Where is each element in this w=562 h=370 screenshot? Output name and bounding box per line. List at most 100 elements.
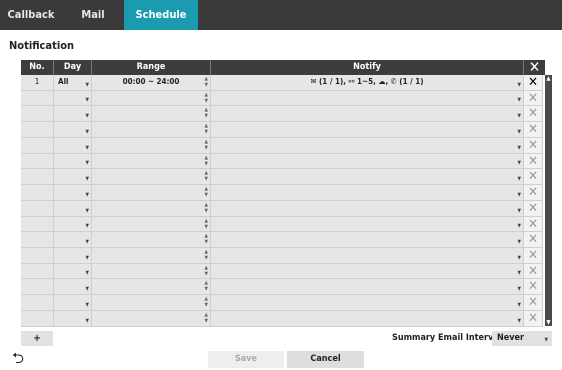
table-row[interactable]: ▼ ▲ ▼ ▼ ✕ [21, 137, 543, 154]
spinner-arrows-icon[interactable]: ▲ ▼ [205, 92, 208, 104]
range-spinner[interactable]: ▲ ▼ [92, 295, 211, 311]
delete-row-button[interactable]: ✕ [524, 279, 543, 296]
day-select[interactable]: ▼ [54, 216, 92, 233]
day-select[interactable]: ▼ [54, 248, 92, 264]
day-select[interactable]: ▼ [54, 263, 92, 280]
delete-row-button[interactable]: ✕ [524, 295, 543, 311]
table-row[interactable]: ▼ ▲ ▼ ▼ ✕ [21, 153, 543, 170]
day-select[interactable]: ▼ [54, 90, 92, 107]
notify-field[interactable]: ▼ [211, 263, 524, 280]
tab-mail[interactable]: Mail [62, 0, 124, 30]
add-row-button[interactable]: + [21, 331, 53, 346]
delete-all-button[interactable]: ✕ [524, 60, 545, 75]
range-spinner[interactable]: ▲ ▼ [92, 90, 211, 107]
day-select[interactable]: ▼ [54, 232, 92, 249]
cancel-button[interactable]: Cancel [287, 351, 364, 368]
scroll-down-icon[interactable]: ▼ [545, 319, 552, 326]
notify-field[interactable]: ▼ [211, 153, 524, 170]
spinner-arrows-icon[interactable]: ▲ ▼ [205, 139, 208, 151]
range-spinner[interactable]: ▲ ▼ [92, 310, 211, 327]
table-row[interactable]: ▼ ▲ ▼ ▼ ✕ [21, 232, 543, 249]
table-row[interactable]: ▼ ▲ ▼ ▼ ✕ [21, 106, 543, 123]
day-select[interactable]: ▼ [54, 122, 92, 138]
table-row[interactable]: ▼ ▲ ▼ ▼ ✕ [21, 279, 543, 296]
range-spinner[interactable]: ▲ ▼ [92, 279, 211, 296]
notify-field[interactable]: ▼ [211, 137, 524, 154]
range-spinner[interactable]: ▲ ▼ [92, 122, 211, 138]
day-select[interactable]: ▼ [54, 310, 92, 327]
range-spinner[interactable]: ▲ ▼ [92, 185, 211, 201]
spinner-arrows-icon[interactable]: ▲ ▼ [205, 296, 208, 308]
notify-field[interactable]: ▼ [211, 216, 524, 233]
day-select[interactable]: ▼ [54, 169, 92, 186]
range-spinner[interactable]: ▲ ▼ [92, 216, 211, 233]
table-row[interactable]: ▼ ▲ ▼ ▼ ✕ [21, 310, 543, 327]
table-row[interactable]: ▼ ▲ ▼ ▼ ✕ [21, 263, 543, 280]
table-row[interactable]: 1 All ▼ 00:00 ~ 24:00 ▲ ▼ ✉ (1 / 1), ⚯ 1~5, ☁,… [21, 75, 543, 91]
range-spinner[interactable]: ▲ ▼ [92, 137, 211, 154]
range-spinner[interactable]: ▲ ▼ [92, 106, 211, 123]
delete-row-button[interactable]: ✕ [524, 137, 543, 154]
notify-field[interactable]: ▼ [211, 232, 524, 249]
range-spinner[interactable]: 00:00 ~ 24:00 ▲ ▼ [92, 75, 211, 91]
notify-field[interactable]: ▼ [211, 122, 524, 138]
notify-field[interactable]: ▼ [211, 200, 524, 217]
delete-row-button[interactable]: ✕ [524, 248, 543, 264]
delete-row-button[interactable]: ✕ [524, 216, 543, 233]
range-spinner[interactable]: ▲ ▼ [92, 232, 211, 249]
day-select[interactable]: ▼ [54, 137, 92, 154]
delete-row-button[interactable]: ✕ [524, 185, 543, 201]
notify-field[interactable]: ▼ [211, 169, 524, 186]
save-button[interactable]: Save [208, 351, 284, 368]
notify-field[interactable]: ▼ [211, 185, 524, 201]
table-row[interactable]: ▼ ▲ ▼ ▼ ✕ [21, 248, 543, 264]
tab-callback[interactable]: Callback [0, 0, 62, 30]
notify-field[interactable]: ▼ [211, 310, 524, 327]
spinner-arrows-icon[interactable]: ▲ ▼ [205, 170, 208, 182]
table-row[interactable]: ▼ ▲ ▼ ▼ ✕ [21, 295, 543, 311]
vertical-scrollbar[interactable]: ▲ ▼ [545, 75, 552, 326]
notify-field[interactable]: ✉ (1 / 1), ⚯ 1~5, ☁, ✆ (1 / 1) ▼ [211, 75, 524, 91]
notify-field[interactable]: ▼ [211, 295, 524, 311]
delete-row-button[interactable]: ✕ [524, 106, 543, 123]
spinner-arrows-icon[interactable]: ▲ ▼ [205, 186, 208, 198]
spinner-arrows-icon[interactable]: ▲ ▼ [205, 233, 208, 245]
delete-row-button[interactable]: ✕ [524, 153, 543, 170]
table-row[interactable]: ▼ ▲ ▼ ▼ ✕ [21, 200, 543, 217]
summary-email-interval-select[interactable]: Never ▼ [492, 331, 552, 346]
spinner-arrows-icon[interactable]: ▲ ▼ [205, 107, 208, 119]
spinner-arrows-icon[interactable]: ▲ ▼ [205, 155, 208, 167]
day-select[interactable]: All ▼ [54, 75, 92, 91]
table-row[interactable]: ▼ ▲ ▼ ▼ ✕ [21, 185, 543, 201]
spinner-arrows-icon[interactable]: ▲ ▼ [205, 218, 208, 230]
day-select[interactable]: ▼ [54, 106, 92, 123]
notify-field[interactable]: ▼ [211, 279, 524, 296]
spinner-arrows-icon[interactable]: ▲ ▼ [205, 312, 208, 324]
delete-row-button[interactable]: ✕ [524, 310, 543, 327]
spinner-arrows-icon[interactable]: ▲ ▼ [205, 280, 208, 292]
spinner-arrows-icon[interactable]: ▲ ▼ [205, 265, 208, 277]
day-select[interactable]: ▼ [54, 295, 92, 311]
spinner-arrows-icon[interactable]: ▲ ▼ [205, 249, 208, 261]
scroll-up-icon[interactable]: ▲ [545, 75, 552, 82]
table-row[interactable]: ▼ ▲ ▼ ▼ ✕ [21, 90, 543, 107]
delete-row-button[interactable]: ✕ [524, 232, 543, 249]
notify-field[interactable]: ▼ [211, 90, 524, 107]
delete-row-button[interactable]: ✕ [524, 200, 543, 217]
range-spinner[interactable]: ▲ ▼ [92, 248, 211, 264]
range-spinner[interactable]: ▲ ▼ [92, 169, 211, 186]
spinner-arrows-icon[interactable]: ▲ ▼ [205, 123, 208, 135]
day-select[interactable]: ▼ [54, 153, 92, 170]
delete-row-button[interactable]: ✕ [524, 169, 543, 186]
delete-row-button[interactable]: ✕ [524, 263, 543, 280]
day-select[interactable]: ▼ [54, 279, 92, 296]
table-row[interactable]: ▼ ▲ ▼ ▼ ✕ [21, 216, 543, 233]
table-row[interactable]: ▼ ▲ ▼ ▼ ✕ [21, 169, 543, 186]
delete-row-button[interactable]: ✕ [524, 90, 543, 107]
day-select[interactable]: ▼ [54, 200, 92, 217]
range-spinner[interactable]: ▲ ▼ [92, 153, 211, 170]
back-button[interactable]: ⮌ [9, 350, 27, 368]
delete-row-button[interactable]: ✕ [524, 75, 543, 91]
range-spinner[interactable]: ▲ ▼ [92, 200, 211, 217]
spinner-arrows-icon[interactable]: ▲ ▼ [205, 202, 208, 214]
